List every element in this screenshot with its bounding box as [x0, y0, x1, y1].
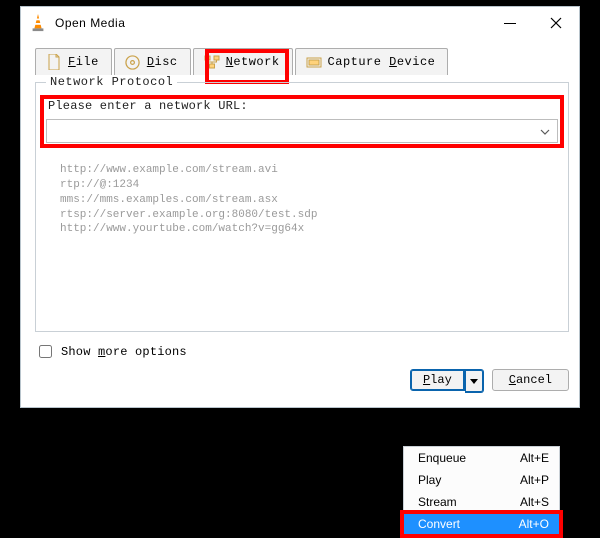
url-example-line: http://www.example.com/stream.avi — [60, 163, 558, 178]
tab-network[interactable]: Network — [193, 48, 293, 75]
tab-strip: File Disc — [35, 43, 569, 75]
play-button[interactable]: Play — [410, 369, 465, 391]
show-more-options-checkbox[interactable]: Show more options — [35, 342, 187, 361]
menu-item-shortcut: Alt+P — [520, 473, 549, 487]
file-icon — [46, 54, 62, 70]
menu-item-label: Stream — [418, 495, 457, 509]
tab-disc-label: Disc — [147, 55, 178, 69]
url-label: Please enter a network URL: — [48, 99, 558, 113]
chevron-down-icon — [470, 379, 478, 384]
tab-file[interactable]: File — [35, 48, 112, 75]
app-vlc-icon — [29, 14, 47, 32]
titlebar: Open Media — [21, 7, 579, 39]
url-examples: http://www.example.com/stream.avi rtp://… — [60, 163, 558, 237]
menu-item-label: Enqueue — [418, 451, 466, 465]
open-media-window: Open Media — [20, 6, 580, 408]
menu-item-label: Play — [418, 473, 441, 487]
cancel-button-label: Cancel — [509, 373, 552, 387]
play-button-label: Play — [423, 373, 452, 387]
window-title: Open Media — [55, 16, 487, 30]
menu-item-shortcut: Alt+S — [520, 495, 549, 509]
menu-item-convert[interactable]: Convert Alt+O — [404, 513, 559, 535]
close-button[interactable] — [533, 7, 579, 39]
close-icon — [550, 17, 562, 29]
minimize-button[interactable] — [487, 7, 533, 39]
menu-item-play[interactable]: Play Alt+P — [404, 469, 559, 491]
tab-capture-device[interactable]: Capture Device — [295, 48, 449, 75]
play-split-button[interactable]: Play — [410, 369, 484, 393]
menu-item-enqueue[interactable]: Enqueue Alt+E — [404, 447, 559, 469]
menu-item-stream[interactable]: Stream Alt+S — [404, 491, 559, 513]
url-example-line: http://www.yourtube.com/watch?v=gg64x — [60, 222, 558, 237]
tab-network-label: Network — [226, 55, 280, 69]
tab-capture-device-label: Capture Device — [328, 55, 436, 69]
network-icon — [204, 54, 220, 70]
tab-file-label: File — [68, 55, 99, 69]
play-action-dropdown-menu: Enqueue Alt+E Play Alt+P Stream Alt+S Co… — [403, 446, 560, 536]
play-button-dropdown-arrow[interactable] — [465, 369, 484, 393]
url-example-line: rtp://@:1234 — [60, 178, 558, 193]
cancel-button[interactable]: Cancel — [492, 369, 569, 391]
network-protocol-legend: Network Protocol — [46, 75, 177, 89]
url-example-line: rtsp://server.example.org:8080/test.sdp — [60, 208, 558, 223]
show-more-options-label: Show more options — [61, 345, 187, 359]
disc-icon — [125, 54, 141, 70]
tab-disc[interactable]: Disc — [114, 48, 191, 75]
show-more-options-input[interactable] — [39, 345, 52, 358]
url-example-line: mms://mms.examples.com/stream.asx — [60, 193, 558, 208]
menu-item-label: Convert — [418, 517, 460, 531]
network-protocol-panel: Network Protocol Please enter a network … — [35, 75, 569, 332]
menu-item-shortcut: Alt+E — [520, 451, 549, 465]
capture-device-icon — [306, 54, 322, 70]
network-url-input[interactable] — [46, 119, 558, 143]
menu-item-shortcut: Alt+O — [519, 517, 549, 531]
